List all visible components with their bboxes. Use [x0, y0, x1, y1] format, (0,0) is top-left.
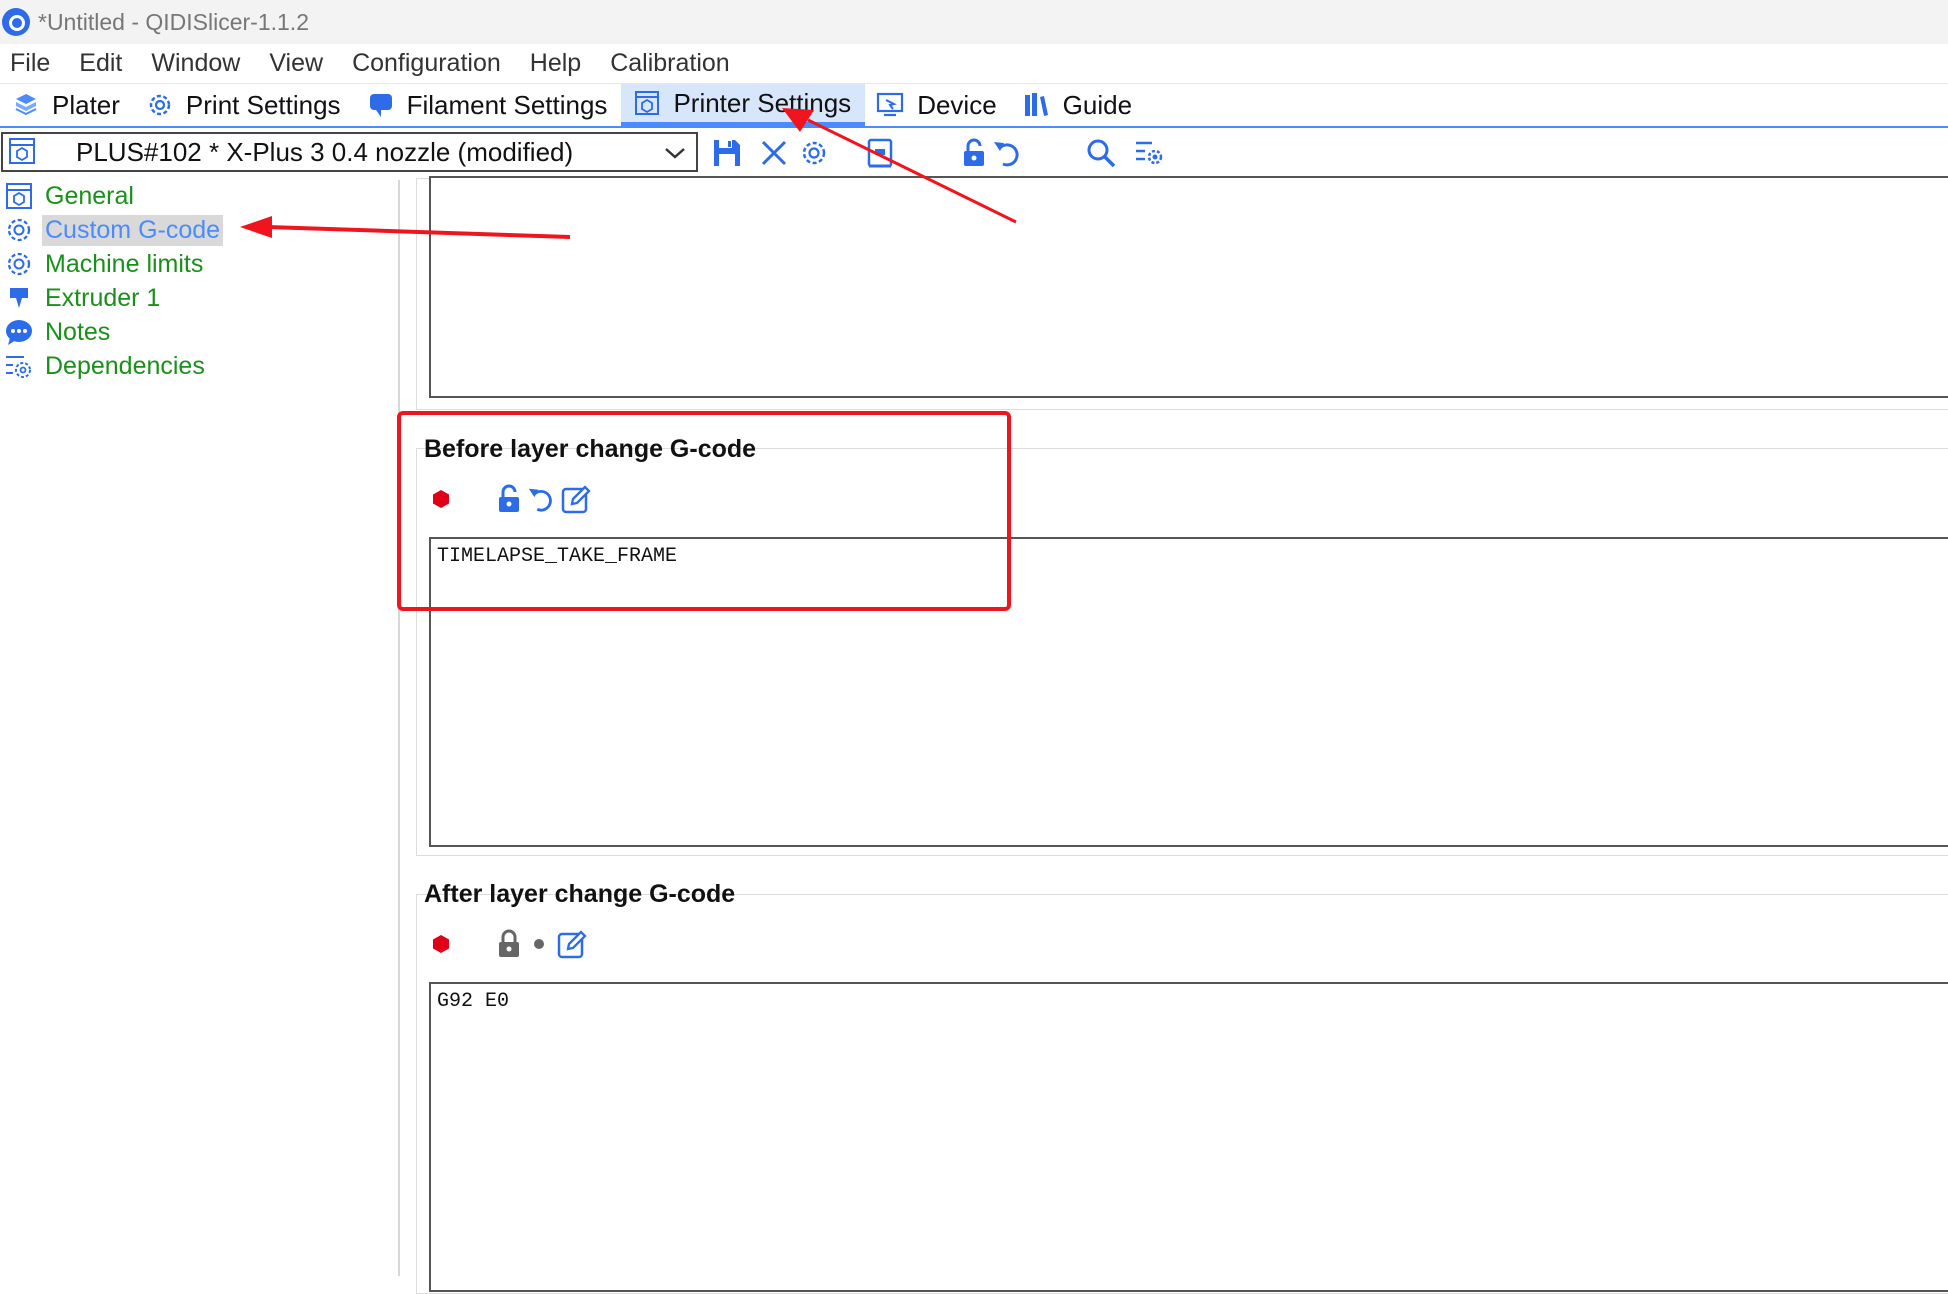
after-layer-gcode-editor[interactable]: G92 E0 — [429, 982, 1948, 1292]
gear-icon — [4, 215, 34, 245]
dependencies-icon — [4, 351, 34, 381]
chevron-down-icon[interactable] — [662, 140, 688, 166]
custom-gcode-page: Before layer change G-code TIMELAPSE_TAK… — [402, 176, 1948, 1294]
save-preset-button[interactable] — [708, 134, 746, 172]
menu-file[interactable]: File — [0, 49, 63, 78]
menu-edit[interactable]: Edit — [69, 49, 135, 78]
edit-printer-icon — [867, 138, 893, 168]
sidebar-item-extruder-1[interactable]: Extruder 1 — [4, 282, 163, 314]
search-icon — [1087, 139, 1116, 168]
close-icon — [761, 140, 787, 166]
undo-arrow-icon — [994, 142, 1019, 167]
tab-print-settings[interactable]: Print Settings — [134, 84, 355, 126]
tab-print-settings-label: Print Settings — [185, 89, 341, 120]
sidebar-item-label: Extruder 1 — [45, 283, 161, 312]
tab-guide[interactable]: Guide — [1011, 84, 1146, 126]
lock-icon[interactable] — [496, 929, 522, 959]
sidebar-item-machine-limits[interactable]: Machine limits — [4, 248, 206, 280]
plater-icon — [10, 89, 42, 121]
delete-preset-button[interactable] — [755, 134, 793, 172]
sidebar-item-dependencies[interactable]: Dependencies — [4, 350, 208, 382]
app-logo-icon — [2, 8, 30, 36]
stop-hexagon-icon — [430, 934, 452, 954]
printer-icon — [4, 181, 34, 211]
previous-gcode-editor[interactable] — [429, 176, 1948, 398]
tab-printer-settings-label: Printer Settings — [673, 87, 852, 118]
tab-device-label: Device — [917, 89, 997, 120]
sidebar-item-custom-gcode[interactable]: Custom G-code — [4, 214, 224, 246]
menu-calibration[interactable]: Calibration — [600, 49, 743, 78]
tab-device[interactable]: Device — [865, 84, 1010, 126]
sidebar-item-label: Dependencies — [45, 351, 205, 380]
sidebar-item-general[interactable]: General — [4, 180, 137, 212]
filament-icon — [365, 89, 397, 121]
gear-icon — [4, 249, 34, 279]
printer-preset-combobox[interactable]: PLUS#102 * X-Plus 3 0.4 nozzle (modified… — [1, 132, 698, 172]
unlock-icon — [964, 138, 984, 166]
gear-icon — [802, 141, 826, 165]
tab-filament-settings-label: Filament Settings — [406, 89, 608, 120]
tab-filament-settings[interactable]: Filament Settings — [355, 84, 622, 126]
preset-selected-value: PLUS#102 * X-Plus 3 0.4 nozzle (modified… — [76, 136, 574, 167]
save-icon — [714, 140, 740, 166]
tab-printer-settings[interactable]: Printer Settings — [621, 84, 866, 126]
preset-settings-button[interactable] — [795, 134, 833, 172]
menu-window[interactable]: Window — [141, 49, 253, 78]
dot-icon — [532, 937, 546, 951]
tab-plater[interactable]: Plater — [0, 84, 134, 126]
window-title: *Untitled - QIDISlicer-1.1.2 — [38, 8, 309, 35]
books-icon — [1021, 89, 1053, 121]
menu-help[interactable]: Help — [520, 49, 594, 78]
annotation-highlight-box — [397, 411, 1011, 611]
sidebar-item-label: Notes — [45, 317, 111, 346]
physical-printer-button[interactable] — [861, 134, 899, 172]
after-layer-gcode-title: After layer change G-code — [424, 880, 736, 908]
menu-configuration[interactable]: Configuration — [342, 49, 514, 78]
chat-bubble-icon — [4, 317, 34, 347]
tab-guide-label: Guide — [1062, 89, 1133, 120]
tab-plater-label: Plater — [52, 89, 120, 120]
menu-bar: File Edit Window View Configuration Help… — [0, 44, 1948, 84]
gear-icon — [144, 89, 176, 121]
sidebar-item-label: Custom G-code — [42, 214, 224, 246]
device-icon — [875, 89, 907, 121]
edit-icon[interactable] — [556, 928, 588, 960]
sidebar-item-label: General — [45, 181, 134, 210]
after-layer-gcode-controls — [430, 924, 588, 964]
sidebar-item-label: Machine limits — [45, 249, 204, 278]
menu-view[interactable]: View — [259, 49, 336, 78]
search-button[interactable] — [1082, 134, 1120, 172]
printer-icon — [631, 87, 663, 119]
sidebar-item-notes[interactable]: Notes — [4, 316, 113, 348]
preset-toolbar: PLUS#102 * X-Plus 3 0.4 nozzle (modified… — [0, 128, 1948, 176]
title-bar: *Untitled - QIDISlicer-1.1.2 — [0, 0, 1948, 44]
compare-presets-button[interactable] — [1130, 134, 1168, 172]
undo-to-system-button[interactable] — [988, 134, 1026, 172]
extruder-icon — [4, 283, 34, 313]
settings-page-list: General Custom G-code Machine limits Ext… — [0, 180, 400, 1276]
compare-settings-icon — [1136, 141, 1163, 165]
tab-bar: Plater Print Settings Filament Settings … — [0, 84, 1948, 128]
printer-icon — [8, 137, 38, 167]
